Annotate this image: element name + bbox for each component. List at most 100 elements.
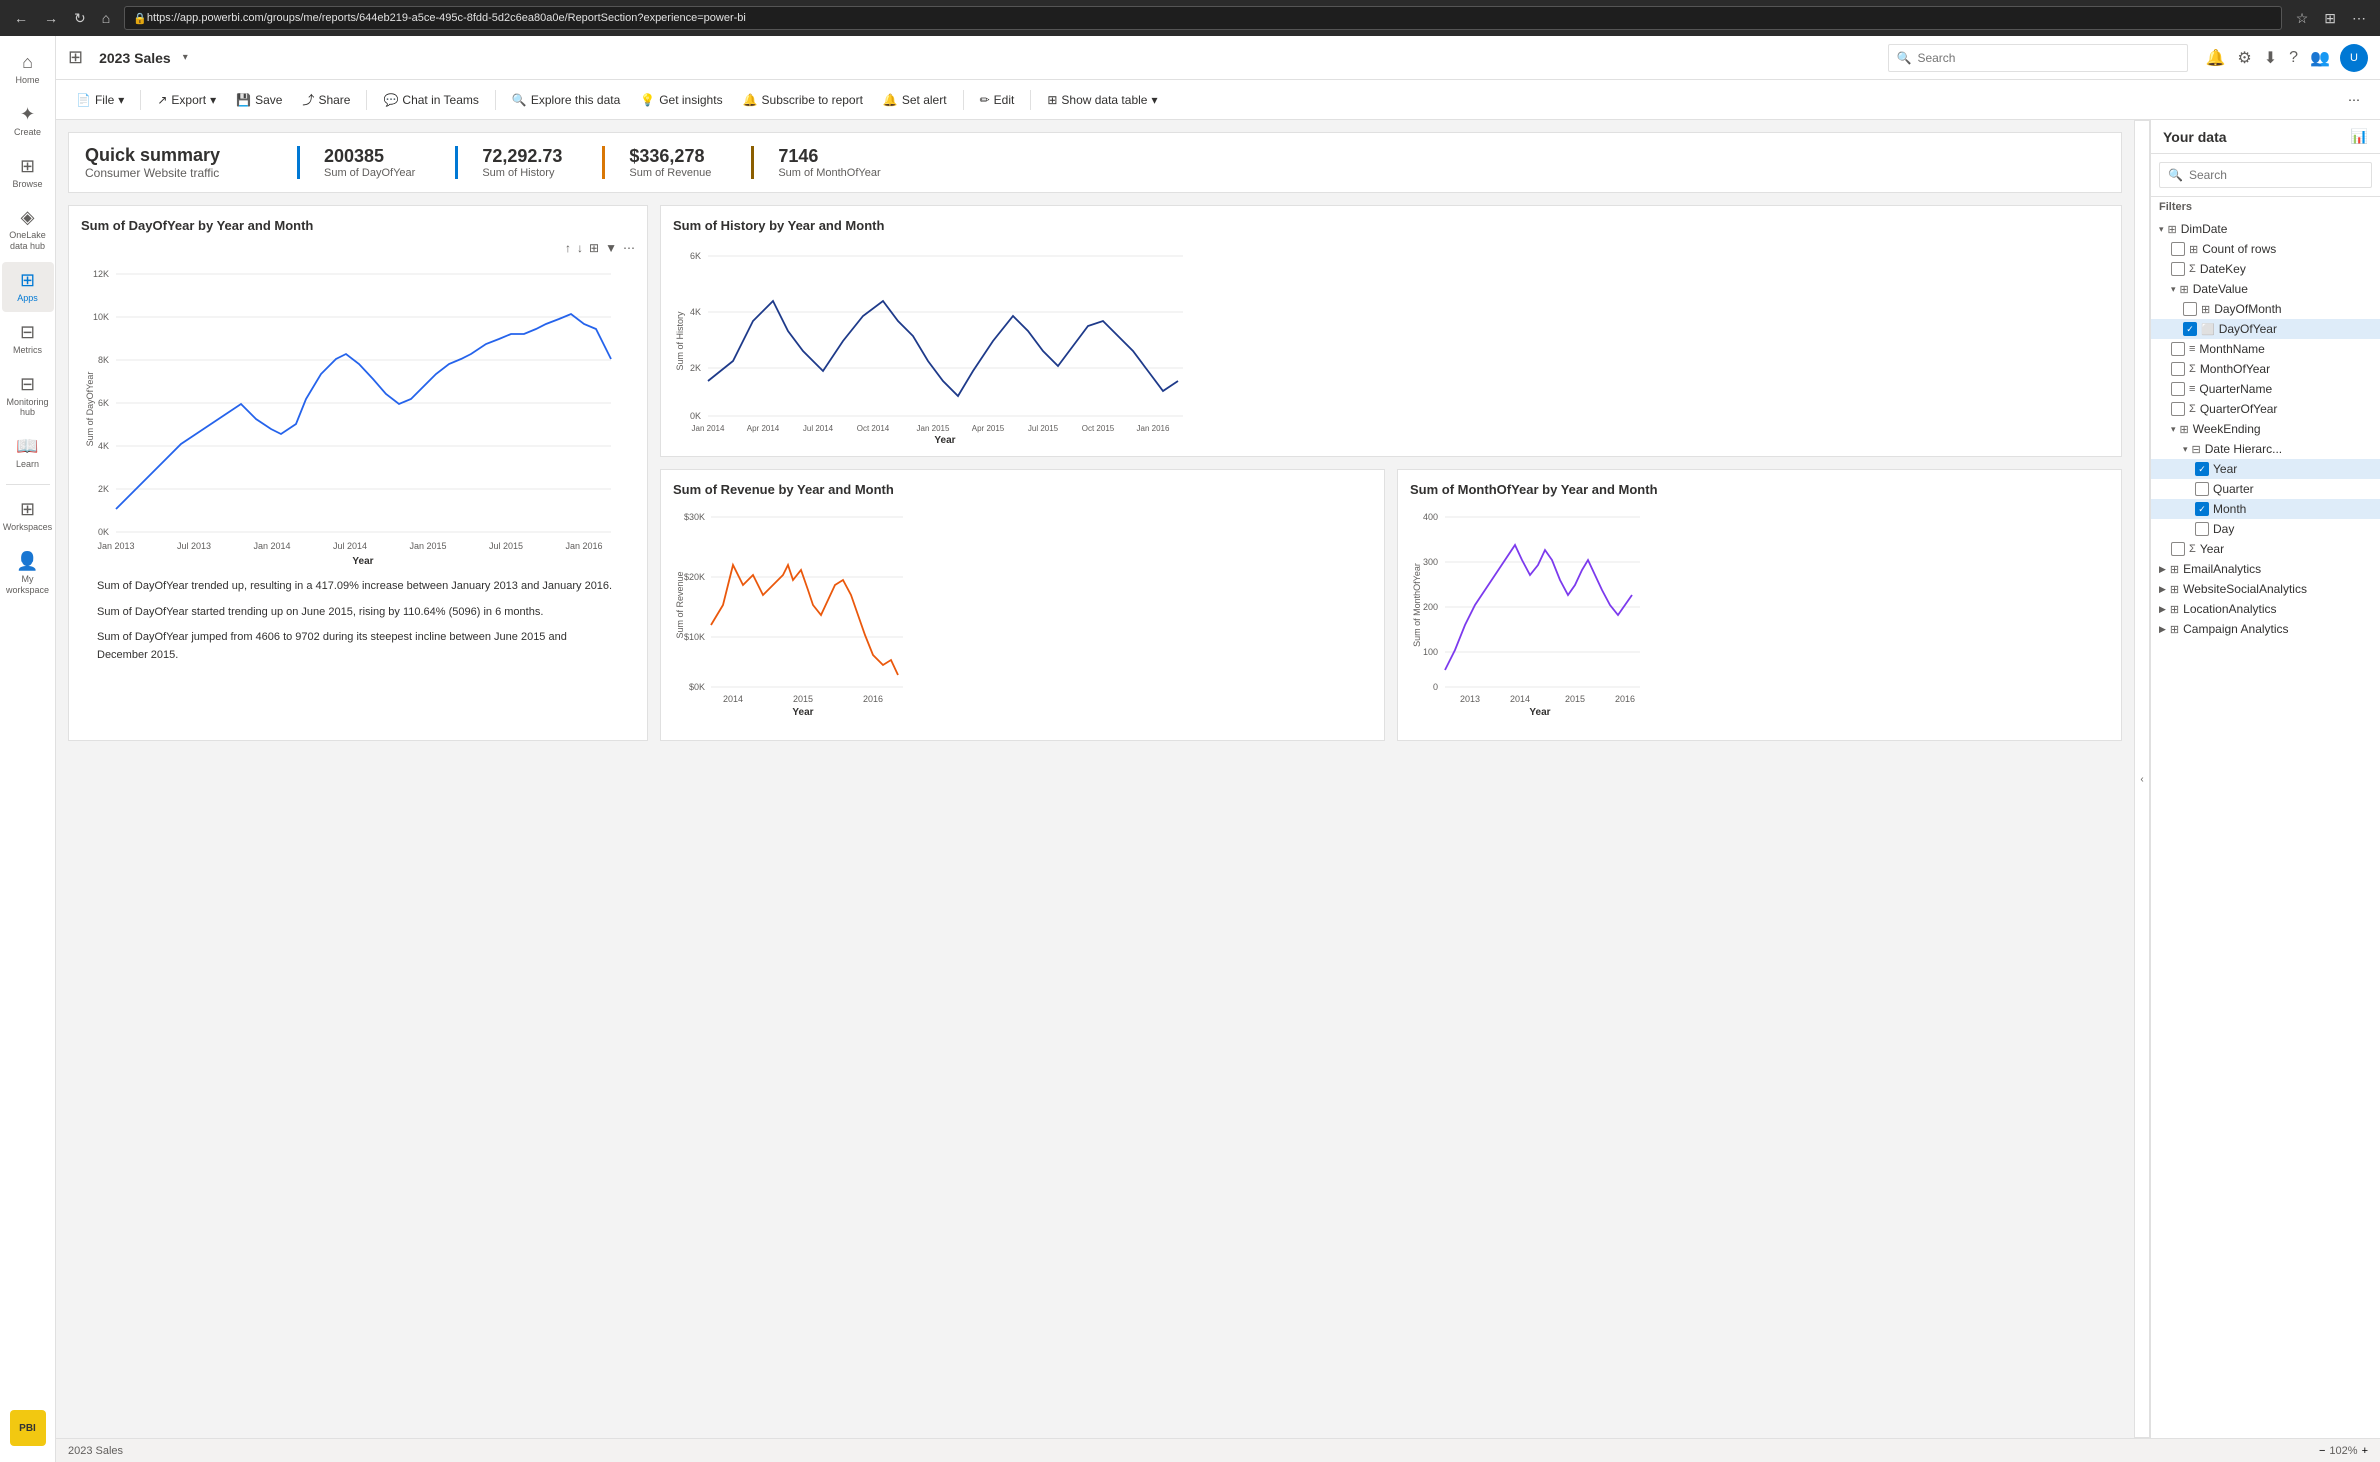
metric-dayofyear-value: 200385 <box>324 146 415 167</box>
tree-monthname[interactable]: ≡ MonthName <box>2151 339 2380 359</box>
quartername-label: QuarterName <box>2199 382 2372 396</box>
zoom-in-button[interactable]: + <box>2362 1445 2368 1457</box>
sidebar-item-create[interactable]: ✦ Create <box>2 96 54 146</box>
tree-datehierarchy[interactable]: ▾ ⊟ Date Hierarc... <box>2151 439 2380 459</box>
tree-emailanalytics[interactable]: ▶ ⊞ EmailAnalytics <box>2151 559 2380 579</box>
svg-text:$0K: $0K <box>689 682 705 692</box>
explore-data-button[interactable]: 🔍 Explore this data <box>504 89 628 111</box>
month-checkbox[interactable]: ✓ <box>2195 502 2209 516</box>
quartername-checkbox[interactable] <box>2171 382 2185 396</box>
datekey-checkbox[interactable] <box>2171 262 2185 276</box>
global-search[interactable]: 🔍 <box>1888 44 2188 72</box>
sort-desc-btn[interactable]: ↓ <box>577 241 583 255</box>
sidebar-item-home[interactable]: ⌂ Home <box>2 44 54 94</box>
save-button[interactable]: 💾 Save <box>228 89 290 111</box>
svg-text:Jan 2015: Jan 2015 <box>917 424 950 433</box>
chart1-more-btn[interactable]: ⋯ <box>623 241 635 255</box>
tree-websitesocial[interactable]: ▶ ⊞ WebsiteSocialAnalytics <box>2151 579 2380 599</box>
tree-month[interactable]: ✓ Month <box>2151 499 2380 519</box>
download-button[interactable]: ⬇ <box>2262 44 2279 72</box>
svg-text:400: 400 <box>1423 512 1438 522</box>
svg-text:200: 200 <box>1423 602 1438 612</box>
tree-campaignanalytics[interactable]: ▶ ⊞ Campaign Analytics <box>2151 619 2380 639</box>
edit-button[interactable]: ✏ Edit <box>972 89 1023 111</box>
share-toolbar-button[interactable]: ⤴ Share <box>294 87 358 112</box>
settings-button[interactable]: ⚙ <box>2235 44 2253 72</box>
tree-day[interactable]: Day <box>2151 519 2380 539</box>
home-button[interactable]: ⌂ <box>96 8 116 29</box>
forward-button[interactable]: → <box>38 8 64 29</box>
app-grid-icon[interactable]: ⊞ <box>68 47 83 68</box>
refresh-button[interactable]: ↻ <box>68 8 92 29</box>
year-sigma-checkbox[interactable] <box>2171 542 2185 556</box>
tree-year-sigma[interactable]: Σ Year <box>2151 539 2380 559</box>
subscribe-button[interactable]: 🔔 Subscribe to report <box>735 89 871 111</box>
campaignanalytics-expand-icon: ▶ <box>2159 624 2166 635</box>
sort-asc-btn[interactable]: ↑ <box>565 241 571 255</box>
sidebar-label-metrics: Metrics <box>13 345 42 356</box>
dayofmonth-checkbox[interactable] <box>2183 302 2197 316</box>
file-button[interactable]: 📄 File ▾ <box>68 89 132 111</box>
tree-quartername[interactable]: ≡ QuarterName <box>2151 379 2380 399</box>
sidebar-item-workspaces[interactable]: ⊞ Workspaces <box>2 491 54 541</box>
export-button[interactable]: ↗ Export ▾ <box>149 89 224 111</box>
chart1-filter-btn[interactable]: ▼ <box>605 241 617 255</box>
tree-datevalue[interactable]: ▾ ⊞ DateValue <box>2151 279 2380 299</box>
tree-locationanalytics[interactable]: ▶ ⊞ LocationAnalytics <box>2151 599 2380 619</box>
panel-search-field[interactable]: 🔍 <box>2159 162 2372 188</box>
help-button[interactable]: ? <box>2287 44 2300 72</box>
tree-dayofyear[interactable]: ✓ ⬜ DayOfYear <box>2151 319 2380 339</box>
quarterofyear-checkbox[interactable] <box>2171 402 2185 416</box>
tree-monthofyear[interactable]: Σ MonthOfYear <box>2151 359 2380 379</box>
report-title-dropdown[interactable]: ▾ <box>183 52 188 63</box>
sidebar-item-apps[interactable]: ⊞ Apps <box>2 262 54 312</box>
more-options-button[interactable]: ⋯ <box>2340 89 2368 111</box>
get-insights-button[interactable]: 💡 Get insights <box>632 89 730 111</box>
day-checkbox[interactable] <box>2195 522 2209 536</box>
tree-datekey[interactable]: Σ DateKey <box>2151 259 2380 279</box>
sidebar-item-myworkspace[interactable]: 👤 My workspace <box>2 543 54 604</box>
tree-year[interactable]: ✓ Year <box>2151 459 2380 479</box>
monthofyear-checkbox[interactable] <box>2171 362 2185 376</box>
chart1-toolbar: ↑ ↓ ⊞ ▼ ⋯ <box>81 241 635 255</box>
tree-dimdate[interactable]: ▾ ⊞ DimDate <box>2151 219 2380 239</box>
chart1-expand-btn[interactable]: ⊞ <box>589 241 599 255</box>
sidebar-item-browse[interactable]: ⊞ Browse <box>2 148 54 198</box>
panel-collapse-button[interactable]: ‹ <box>2134 120 2150 1438</box>
bookmark-button[interactable]: ☆ <box>2290 8 2315 29</box>
sidebar-item-learn[interactable]: 📖 Learn <box>2 428 54 478</box>
sidebar-item-onelake[interactable]: ◈ OneLake data hub <box>2 199 54 260</box>
tree-count-rows[interactable]: ⊞ Count of rows <box>2151 239 2380 259</box>
settings-button[interactable]: ⋯ <box>2346 8 2372 29</box>
tree-dayofmonth[interactable]: ⊞ DayOfMonth <box>2151 299 2380 319</box>
tree-quarterofyear[interactable]: Σ QuarterOfYear <box>2151 399 2380 419</box>
show-data-table-button[interactable]: ⊞ Show data table ▾ <box>1039 89 1165 111</box>
tree-weekending[interactable]: ▾ ⊞ WeekEnding <box>2151 419 2380 439</box>
notification-button[interactable]: 🔔 <box>2204 44 2228 72</box>
extensions-button[interactable]: ⊞ <box>2318 8 2342 29</box>
quarter-checkbox[interactable] <box>2195 482 2209 496</box>
browser-nav[interactable]: ← → ↻ ⌂ <box>8 8 116 29</box>
avatar-button[interactable]: U <box>2340 44 2368 72</box>
set-alert-button[interactable]: 🔔 Set alert <box>875 89 955 111</box>
zoom-out-button[interactable]: − <box>2319 1445 2325 1457</box>
chat-in-teams-button[interactable]: 💬 Chat in Teams <box>375 89 486 111</box>
panel-search-input[interactable] <box>2189 168 2363 182</box>
panel-search-icon: 🔍 <box>2168 168 2183 182</box>
sidebar-item-monitoring[interactable]: ⊟ Monitoring hub <box>2 366 54 427</box>
count-rows-checkbox[interactable] <box>2171 242 2185 256</box>
sidebar-item-metrics[interactable]: ⊟ Metrics <box>2 314 54 364</box>
year-checkbox[interactable]: ✓ <box>2195 462 2209 476</box>
search-input[interactable] <box>1917 51 2178 65</box>
panel-chart-icon[interactable]: 📊 <box>2351 128 2368 145</box>
back-button[interactable]: ← <box>8 8 34 29</box>
file-dropdown-icon: ▾ <box>118 93 124 107</box>
tree-quarter[interactable]: Quarter <box>2151 479 2380 499</box>
dayofyear-checkbox[interactable]: ✓ <box>2183 322 2197 336</box>
toolbar-sep-2 <box>366 90 367 110</box>
address-bar[interactable]: 🔒 https://app.powerbi.com/groups/me/repo… <box>124 6 2282 30</box>
share-button[interactable]: 👥 <box>2308 44 2332 72</box>
monthofyear-icon: Σ <box>2189 363 2196 375</box>
chart-monthofyear-title: Sum of MonthOfYear by Year and Month <box>1410 482 2109 497</box>
monthname-checkbox[interactable] <box>2171 342 2185 356</box>
